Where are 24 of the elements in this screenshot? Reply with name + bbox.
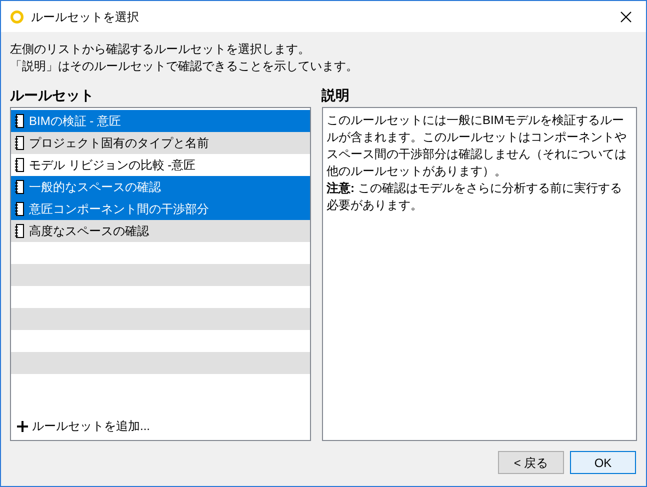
- description-text: このルールセットには一般にBIMモデルを検証するルールが含まれます。このルールセットはコンポーネントやスペース間の干渉部分は確認しません（それについては他のルールセットがあります）。: [326, 112, 628, 180]
- panel-heading: ルールセット: [10, 86, 95, 105]
- close-icon: [620, 10, 632, 22]
- notebook-icon: [15, 136, 24, 150]
- ruleset-item[interactable]: 高度なスペースの確認: [11, 220, 310, 242]
- back-button[interactable]: < 戻る: [498, 451, 564, 474]
- notebook-icon: [15, 224, 24, 238]
- description-text: 注意: この確認はモデルをさらに分析する前に実行する必要があります。: [326, 180, 623, 214]
- panel-heading: 説明: [322, 86, 351, 105]
- ruleset-item[interactable]: 意匠コンポーネント間の干渉部分: [11, 198, 310, 220]
- notebook-icon: [15, 114, 24, 128]
- notebook-icon: [15, 202, 24, 216]
- ruleset-item[interactable]: BIMの検証 - 意匠: [11, 110, 310, 132]
- add-ruleset-link[interactable]: ルールセットを追加...: [11, 416, 310, 436]
- ruleset-item[interactable]: 一般的なスペースの確認: [11, 176, 310, 198]
- window-title: ルールセットを選択: [31, 8, 139, 26]
- instruction-text: 左側のリストから確認するルールセットを選択します。: [10, 41, 311, 58]
- plus-icon: [17, 420, 28, 432]
- ok-button[interactable]: OK: [570, 451, 636, 474]
- instruction-text: 「説明」はそのルールセットで確認できることを示しています。: [10, 58, 359, 75]
- ring-icon: [10, 10, 24, 24]
- ruleset-item[interactable]: プロジェクト固有のタイプと名前: [11, 132, 310, 154]
- notebook-icon: [15, 180, 24, 194]
- notebook-icon: [15, 158, 24, 172]
